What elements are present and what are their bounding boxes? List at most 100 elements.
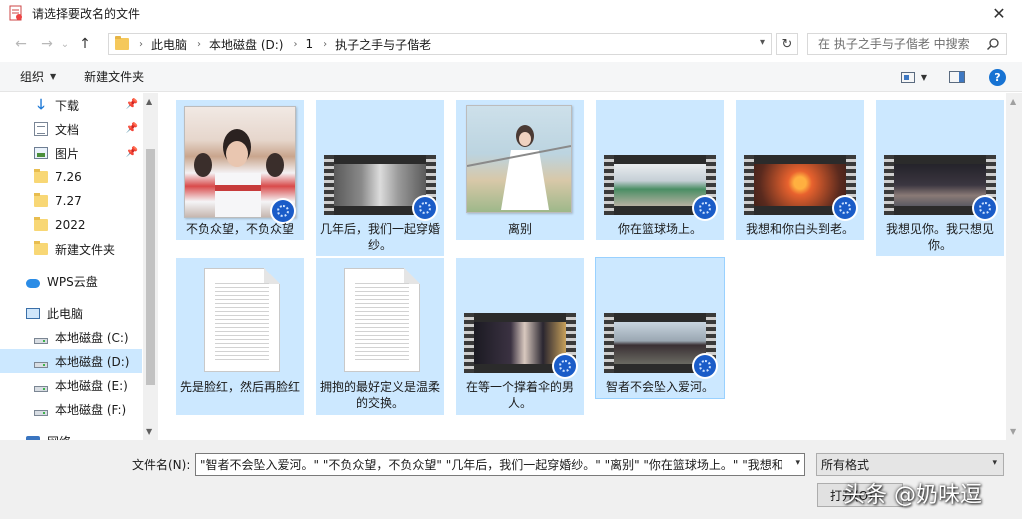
breadcrumb-folder-1[interactable]: 1 [305,37,313,51]
scroll-down-icon[interactable]: ▼ [146,427,152,436]
file-name: 先是脸红，然后再脸红 [179,380,300,394]
file-item[interactable]: 不负众望，不负众望 [176,100,304,240]
chevron-right-icon: › [197,38,202,50]
refresh-icon: ↻ [781,36,793,52]
filename-combobox[interactable]: ▾ [195,453,805,476]
sidebar-item-label: 此电脑 [47,306,84,321]
arrow-right-icon: → [41,36,53,52]
new-folder-label: 新建文件夹 [84,70,145,84]
filename-input[interactable] [200,457,782,472]
watermark: 头条 @奶味逗 [843,483,982,508]
sidebar-item-wps-cloud[interactable]: WPS云盘 [0,269,142,293]
content-scrollbar[interactable]: ▲ ▼ [1006,93,1022,440]
new-folder-button[interactable]: 新建文件夹 [84,68,144,85]
pin-icon: 📌 [125,147,138,158]
file-name: 不负众望，不负众望 [185,222,294,236]
sidebar-item-drive-c[interactable]: 本地磁盘 (C:) [0,325,142,349]
file-name: 我想见你。我只想见你。 [885,222,994,252]
scroll-down-icon[interactable]: ▼ [1010,427,1016,436]
file-item[interactable]: 拥抱的最好定义是温柔的交换。 [316,258,444,415]
sidebar-item-label: 本地磁盘 (F:) [55,402,127,417]
address-dropdown-icon[interactable]: ▾ [760,37,765,48]
refresh-button[interactable]: ↻ [776,33,798,55]
file-type-select[interactable]: 所有格式 ▾ [816,453,1004,476]
video-player-icon [692,353,718,379]
breadcrumb-drive-d[interactable]: 本地磁盘 (D:) [209,36,283,53]
sidebar-item-label: 下载 [55,98,80,113]
file-name: 拥抱的最好定义是温柔的交换。 [319,380,440,410]
sidebar-item-2022[interactable]: 2022 [0,213,142,237]
sidebar-item-network[interactable]: 网络 [0,429,142,440]
sidebar-item-this-pc[interactable]: 此电脑 [0,301,142,325]
file-name-panel: 文件名(N): ▾ 所有格式 ▾ 打开(O) 头条 @奶味逗 [0,440,1022,519]
video-player-icon [412,195,438,221]
preview-pane-icon[interactable] [949,71,965,83]
view-options-icon[interactable] [900,71,915,83]
file-item[interactable]: 你在篮球场上。 [596,100,724,240]
title-bar: 请选择要改名的文件 ✕ [0,0,1022,26]
file-item[interactable]: 先是脸红，然后再脸红 [176,258,304,415]
sidebar-item-label: 新建文件夹 [55,242,116,257]
sidebar-item-label: 2022 [55,218,86,232]
sidebar-item-documents[interactable]: 文档 📌 [0,117,142,141]
breadcrumb-this-pc[interactable]: 此电脑 [151,36,187,53]
folder-icon [34,241,48,255]
address-bar[interactable]: › 此电脑 › 本地磁盘 (D:) › 1 › 执子之手与子偕老 ▾ [108,33,772,55]
video-player-icon [552,353,578,379]
up-button[interactable]: ↑ [74,33,96,55]
folder-icon [34,217,48,231]
file-name: 你在篮球场上。 [617,222,702,236]
sidebar-item-new-folder[interactable]: 新建文件夹 [0,237,142,261]
file-name: 几年后，我们一起穿婚纱。 [319,222,440,252]
organize-label: 组织 [20,70,45,84]
back-button[interactable]: ← [10,33,32,55]
scroll-up-icon[interactable]: ▲ [146,97,152,106]
pin-icon: 📌 [125,123,138,134]
file-item[interactable]: 我想见你。我只想见你。 [876,100,1004,256]
sidebar-item-drive-f[interactable]: 本地磁盘 (F:) [0,397,142,421]
file-item[interactable]: 离别 [456,100,584,240]
file-item[interactable]: 几年后，我们一起穿婚纱。 [316,100,444,256]
scrollbar-thumb[interactable] [146,149,155,385]
file-name: 离别 [507,222,532,236]
sidebar-item-label: 7.27 [55,194,82,208]
picture-icon [34,147,48,159]
sidebar-item-drive-e[interactable]: 本地磁盘 (E:) [0,373,142,397]
photo-thumbnail [466,105,572,213]
file-item-focused[interactable]: 智者不会坠入爱河。 [595,257,725,399]
sidebar-item-7-27[interactable]: 7.27 [0,189,142,213]
folder-icon [34,193,48,207]
organize-menu[interactable]: 组织 ▼ [20,68,56,85]
sidebar-item-7-26[interactable]: 7.26 [0,165,142,189]
close-button[interactable]: ✕ [976,0,1022,26]
sidebar-scrollbar[interactable]: ▲ ▼ [143,93,158,440]
search-box[interactable] [807,33,1007,55]
forward-button[interactable]: → [36,33,58,55]
scroll-up-icon[interactable]: ▲ [1010,97,1016,106]
video-player-icon [972,195,998,221]
search-input[interactable] [818,37,978,51]
breadcrumb-current-folder[interactable]: 执子之手与子偕老 [335,36,431,53]
window-title: 请选择要改名的文件 [32,6,141,21]
search-icon[interactable] [986,37,1000,51]
text-document-icon [344,268,420,372]
chevron-down-icon: ⌄ [60,38,70,50]
sidebar-item-downloads[interactable]: 🡓 下载 📌 [0,93,142,117]
chevron-down-icon[interactable]: ▾ [795,458,800,468]
arrow-up-icon: ↑ [79,36,91,52]
text-document-icon [204,268,280,372]
cloud-icon [26,278,40,288]
file-item[interactable]: 我想和你白头到老。 [736,100,864,240]
folder-icon [115,36,129,50]
navigation-bar: ← → ⌄ ↑ › 此电脑 › 本地磁盘 (D:) › 1 › 执子之手与子偕老… [0,30,1022,58]
chevron-down-icon: ▾ [992,458,997,468]
caret-down-icon[interactable]: ▼ [921,73,927,82]
recent-locations-button[interactable]: ⌄ [58,33,72,55]
download-icon: 🡓 [37,97,45,113]
help-icon[interactable]: ? [989,68,1006,86]
caret-down-icon: ▼ [50,72,57,81]
sidebar-item-drive-d[interactable]: 本地磁盘 (D:) [0,349,142,373]
file-item[interactable]: 在等一个撑着伞的男人。 [456,258,584,415]
sidebar-item-pictures[interactable]: 图片 📌 [0,141,142,165]
drive-icon [34,410,48,416]
